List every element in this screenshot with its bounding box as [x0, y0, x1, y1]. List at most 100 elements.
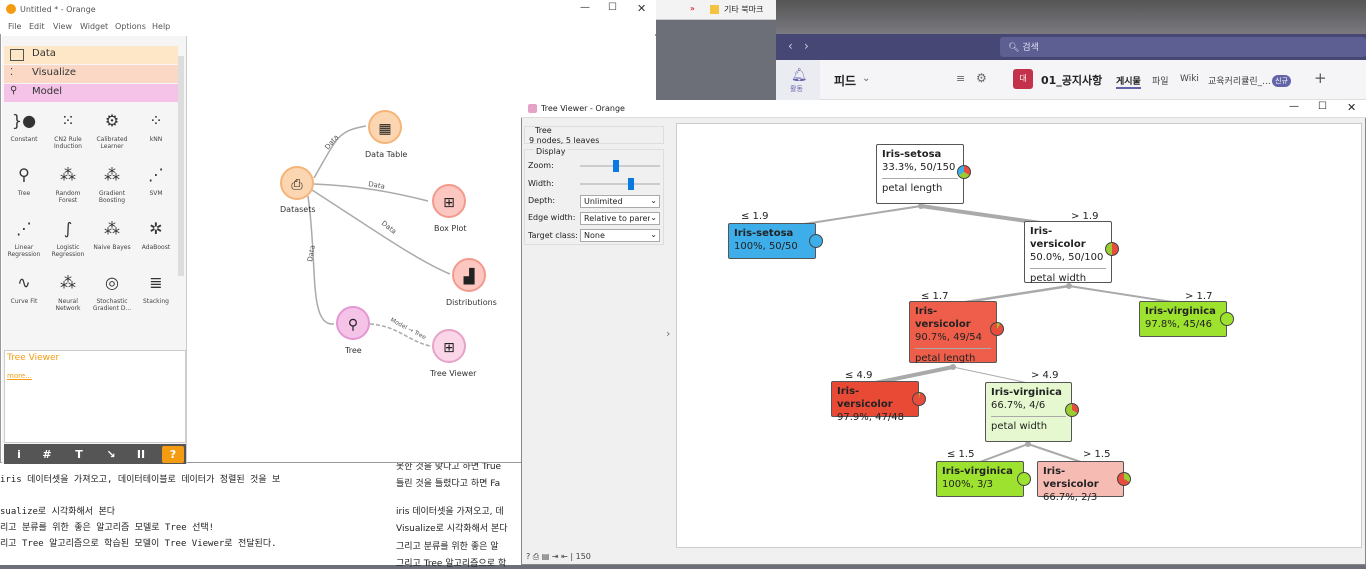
arrow-annotation-button[interactable]: ↘ — [100, 446, 122, 463]
edge-width-label: Edge width: — [528, 213, 576, 222]
widget-adaboost[interactable]: ✲ AdaBoost — [134, 216, 178, 251]
link-line[interactable] — [313, 125, 367, 179]
zoom-slider-handle[interactable] — [613, 160, 620, 172]
menu-help[interactable]: Help — [152, 22, 170, 31]
distributions-node[interactable]: ▟ — [452, 258, 486, 292]
report-icon[interactable]: ▤ — [542, 552, 550, 561]
edge-label: ≤ 1.5 — [947, 449, 975, 460]
widget-svm[interactable]: ⋰ SVM — [134, 162, 178, 197]
text-annotation-button[interactable]: T — [68, 446, 90, 463]
app-icon — [528, 104, 537, 113]
tree-node-internal[interactable]: Iris-virginica 66.7%, 4/6 petal width — [985, 382, 1079, 442]
help-more-link[interactable]: more... — [7, 372, 32, 380]
tab-posts[interactable]: 게시물 — [1116, 74, 1141, 89]
filter-icon[interactable]: ≡ — [956, 72, 965, 85]
edge-label: ≤ 1.9 — [741, 211, 769, 222]
widget-calibrated-learner[interactable]: ⚙ Calibrated Learner — [90, 108, 134, 150]
node-label: Tree — [345, 346, 362, 355]
info-button[interactable]: i — [8, 446, 30, 463]
category-model[interactable]: ⚲ Model — [4, 84, 178, 102]
width-slider[interactable] — [580, 178, 660, 190]
menu-options[interactable]: Options — [115, 22, 146, 31]
tab-files[interactable]: 파일 — [1152, 74, 1169, 87]
help-icon[interactable]: ? — [526, 552, 530, 561]
tree-node-leaf[interactable]: Iris-virginica 97.8%, 45/46 — [1139, 301, 1234, 337]
maximize-icon[interactable]: ☐ — [1318, 101, 1327, 112]
target-class-select[interactable]: None ⌄ — [580, 229, 660, 242]
widget-linear-regression[interactable]: ⋰ Linear Regression — [2, 216, 46, 258]
tree-node-internal[interactable]: Iris-versicolor 50.0%, 50/100 petal widt… — [1024, 221, 1119, 284]
teams-search-input[interactable]: 🔍︎ 검색 — [1000, 37, 1366, 57]
edge-width-select[interactable]: Relative to parent ⌄ — [580, 212, 660, 225]
widget-random-forest[interactable]: ⁂ Random Forest — [46, 162, 90, 204]
toolbox-scrollbar[interactable] — [178, 56, 184, 276]
edge-label: ≤ 4.9 — [845, 370, 873, 381]
widget-curve-fit[interactable]: ∿ Curve Fit — [2, 270, 46, 305]
distribution-pie-icon — [957, 165, 971, 179]
close-icon[interactable]: ✕ — [1347, 101, 1356, 114]
width-slider-handle[interactable] — [628, 178, 635, 190]
save-icon[interactable]: ⎙ — [533, 552, 539, 561]
gear-icon[interactable]: ⚙ — [976, 71, 987, 85]
link-line[interactable] — [311, 189, 451, 275]
chevron-down-icon[interactable]: ⌄ — [862, 73, 870, 84]
add-tab-icon[interactable]: + — [1314, 69, 1327, 87]
data-table-node[interactable]: ▦ — [368, 110, 402, 144]
depth-select[interactable]: Unlimited ⌄ — [580, 195, 660, 208]
category-visualize[interactable]: ⁚ Visualize — [4, 65, 178, 83]
chevron-down-icon: ⌄ — [650, 196, 657, 205]
collapse-panel-icon[interactable]: › — [666, 327, 670, 340]
back-icon[interactable]: ‹ — [788, 39, 793, 53]
datasets-node[interactable]: ⎙ — [280, 166, 314, 200]
tree-viewer-node[interactable]: ⊞ — [432, 329, 466, 363]
widget-icon: ⁂ — [104, 219, 120, 238]
widget-icon: ◎ — [105, 273, 119, 292]
menu-view[interactable]: View — [53, 22, 72, 31]
tree-node-root[interactable]: Iris-setosa 33.3%, 50/150 petal length — [876, 144, 971, 204]
menu-edit[interactable]: Edit — [29, 22, 45, 31]
widget-naive-bayes[interactable]: ⁂ Naive Bayes — [90, 216, 134, 251]
widget-stacking[interactable]: ≣ Stacking — [134, 270, 178, 305]
category-data[interactable]: Data — [4, 46, 178, 64]
close-icon[interactable]: ✕ — [637, 2, 646, 15]
minimize-icon[interactable]: — — [1289, 101, 1299, 112]
widget-stochastic-gradient-d[interactable]: ◎ Stochastic Gradient D... — [90, 270, 134, 312]
tree-node-leaf[interactable]: Iris-setosa 100%, 50/50 — [728, 223, 823, 259]
widget-neural-network[interactable]: ⁂ Neural Network — [46, 270, 90, 312]
tab-wiki[interactable]: Wiki — [1180, 74, 1199, 84]
widget-icon: ⚙ — [104, 111, 120, 130]
width-label: Width: — [528, 179, 554, 188]
grid-button[interactable]: # — [36, 446, 58, 463]
bell-icon[interactable]: 🔔︎ — [791, 68, 808, 83]
zoom-slider[interactable] — [580, 160, 660, 172]
overflow-icon[interactable]: » — [690, 4, 695, 13]
tree-node-leaf[interactable]: Iris-versicolor 97.9%, 47/48 — [831, 381, 926, 423]
widget-knn[interactable]: ⁘ kNN — [134, 108, 178, 143]
maximize-icon[interactable]: ☐ — [608, 2, 617, 13]
box-plot-node[interactable]: ⊞ — [432, 184, 466, 218]
feed-label[interactable]: 피드 — [834, 72, 856, 89]
menu-file[interactable]: File — [8, 22, 21, 31]
widget-tree[interactable]: ⚲ Tree — [2, 162, 46, 197]
menu-widget[interactable]: Widget — [80, 22, 108, 31]
tree-node-internal[interactable]: Iris-versicolor 90.7%, 49/54 petal lengt… — [909, 301, 1004, 364]
tree-node-leaf[interactable]: Iris-virginica 100%, 3/3 — [936, 461, 1031, 497]
widget-constant[interactable]: }● Constant — [2, 108, 46, 143]
minimize-icon[interactable]: — — [580, 2, 590, 13]
bookmark-folder[interactable]: 기타 북마크 — [724, 4, 763, 15]
link-label: Model → Tree — [389, 317, 427, 342]
tab-curriculum[interactable]: 교육커리큘린_... — [1208, 74, 1271, 87]
widget-cn2-rule-induction[interactable]: ⁙ CN2 Rule Induction — [46, 108, 90, 150]
tree-node[interactable]: ⚲ — [336, 306, 370, 340]
datasets-icon: ⎙ — [291, 177, 303, 193]
widget-logistic-regression[interactable]: ∫ Logistic Regression — [46, 216, 90, 258]
help-button[interactable]: ? — [162, 446, 184, 463]
widget-icon: ⁙ — [61, 111, 75, 130]
tree-node-leaf[interactable]: Iris-versicolor 66.7%, 2/3 — [1037, 461, 1131, 503]
forward-icon[interactable]: › — [804, 39, 809, 53]
pause-button[interactable]: II — [130, 446, 152, 463]
widget-gradient-boosting[interactable]: ⁂ Gradient Boosting — [90, 162, 134, 204]
chevron-down-icon: ⌄ — [650, 213, 657, 222]
widget-label: AdaBoost — [141, 244, 171, 251]
tree-canvas[interactable]: ≤ 1.9 > 1.9 ≤ 1.7 > 1.7 ≤ 4.9 > 4.9 ≤ 1.… — [676, 123, 1362, 548]
